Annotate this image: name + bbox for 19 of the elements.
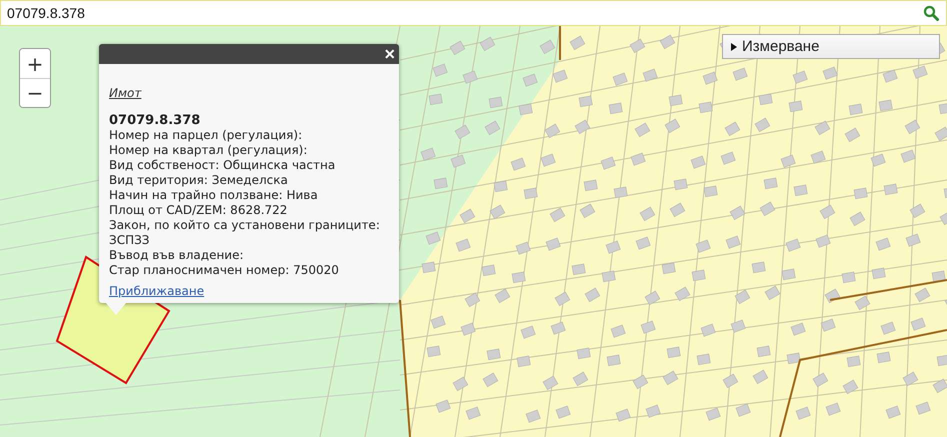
attribute-line: ЗСПЗЗ <box>109 233 150 248</box>
search-icon[interactable] <box>923 5 939 21</box>
search-field[interactable]: 07079.8.378 <box>0 0 947 26</box>
attribute-line: Номер на квартал (регулация): <box>109 143 308 158</box>
close-button[interactable]: × <box>380 45 399 63</box>
attribute-line: Начин на трайно ползване: Нива <box>109 188 319 203</box>
attribute-line: Закон, по който са установени границите: <box>109 218 381 233</box>
attribute-line: Вид собственост: Общинска частна <box>109 158 336 173</box>
attribute-line: Въвод във владение: <box>109 248 245 263</box>
zoom-button[interactable]: − <box>20 78 50 107</box>
parcel-number: 07079.8.378 <box>109 113 202 128</box>
caret-icon <box>731 42 737 50</box>
measure-toggle[interactable]: Измерване <box>722 34 940 59</box>
attribute-line: Вид територия: Земеделска <box>109 173 289 188</box>
zoom-to-link[interactable]: Приближаване <box>109 284 389 299</box>
attribute-line: Стар планоснимачен номер: 750020 <box>109 263 340 278</box>
attribute-line: Площ от CAD/ZEM: 8628.722 <box>109 203 288 218</box>
layer-link[interactable]: Имот <box>109 86 389 101</box>
attribute-line: Номер на парцел (регулация): <box>109 128 304 143</box>
